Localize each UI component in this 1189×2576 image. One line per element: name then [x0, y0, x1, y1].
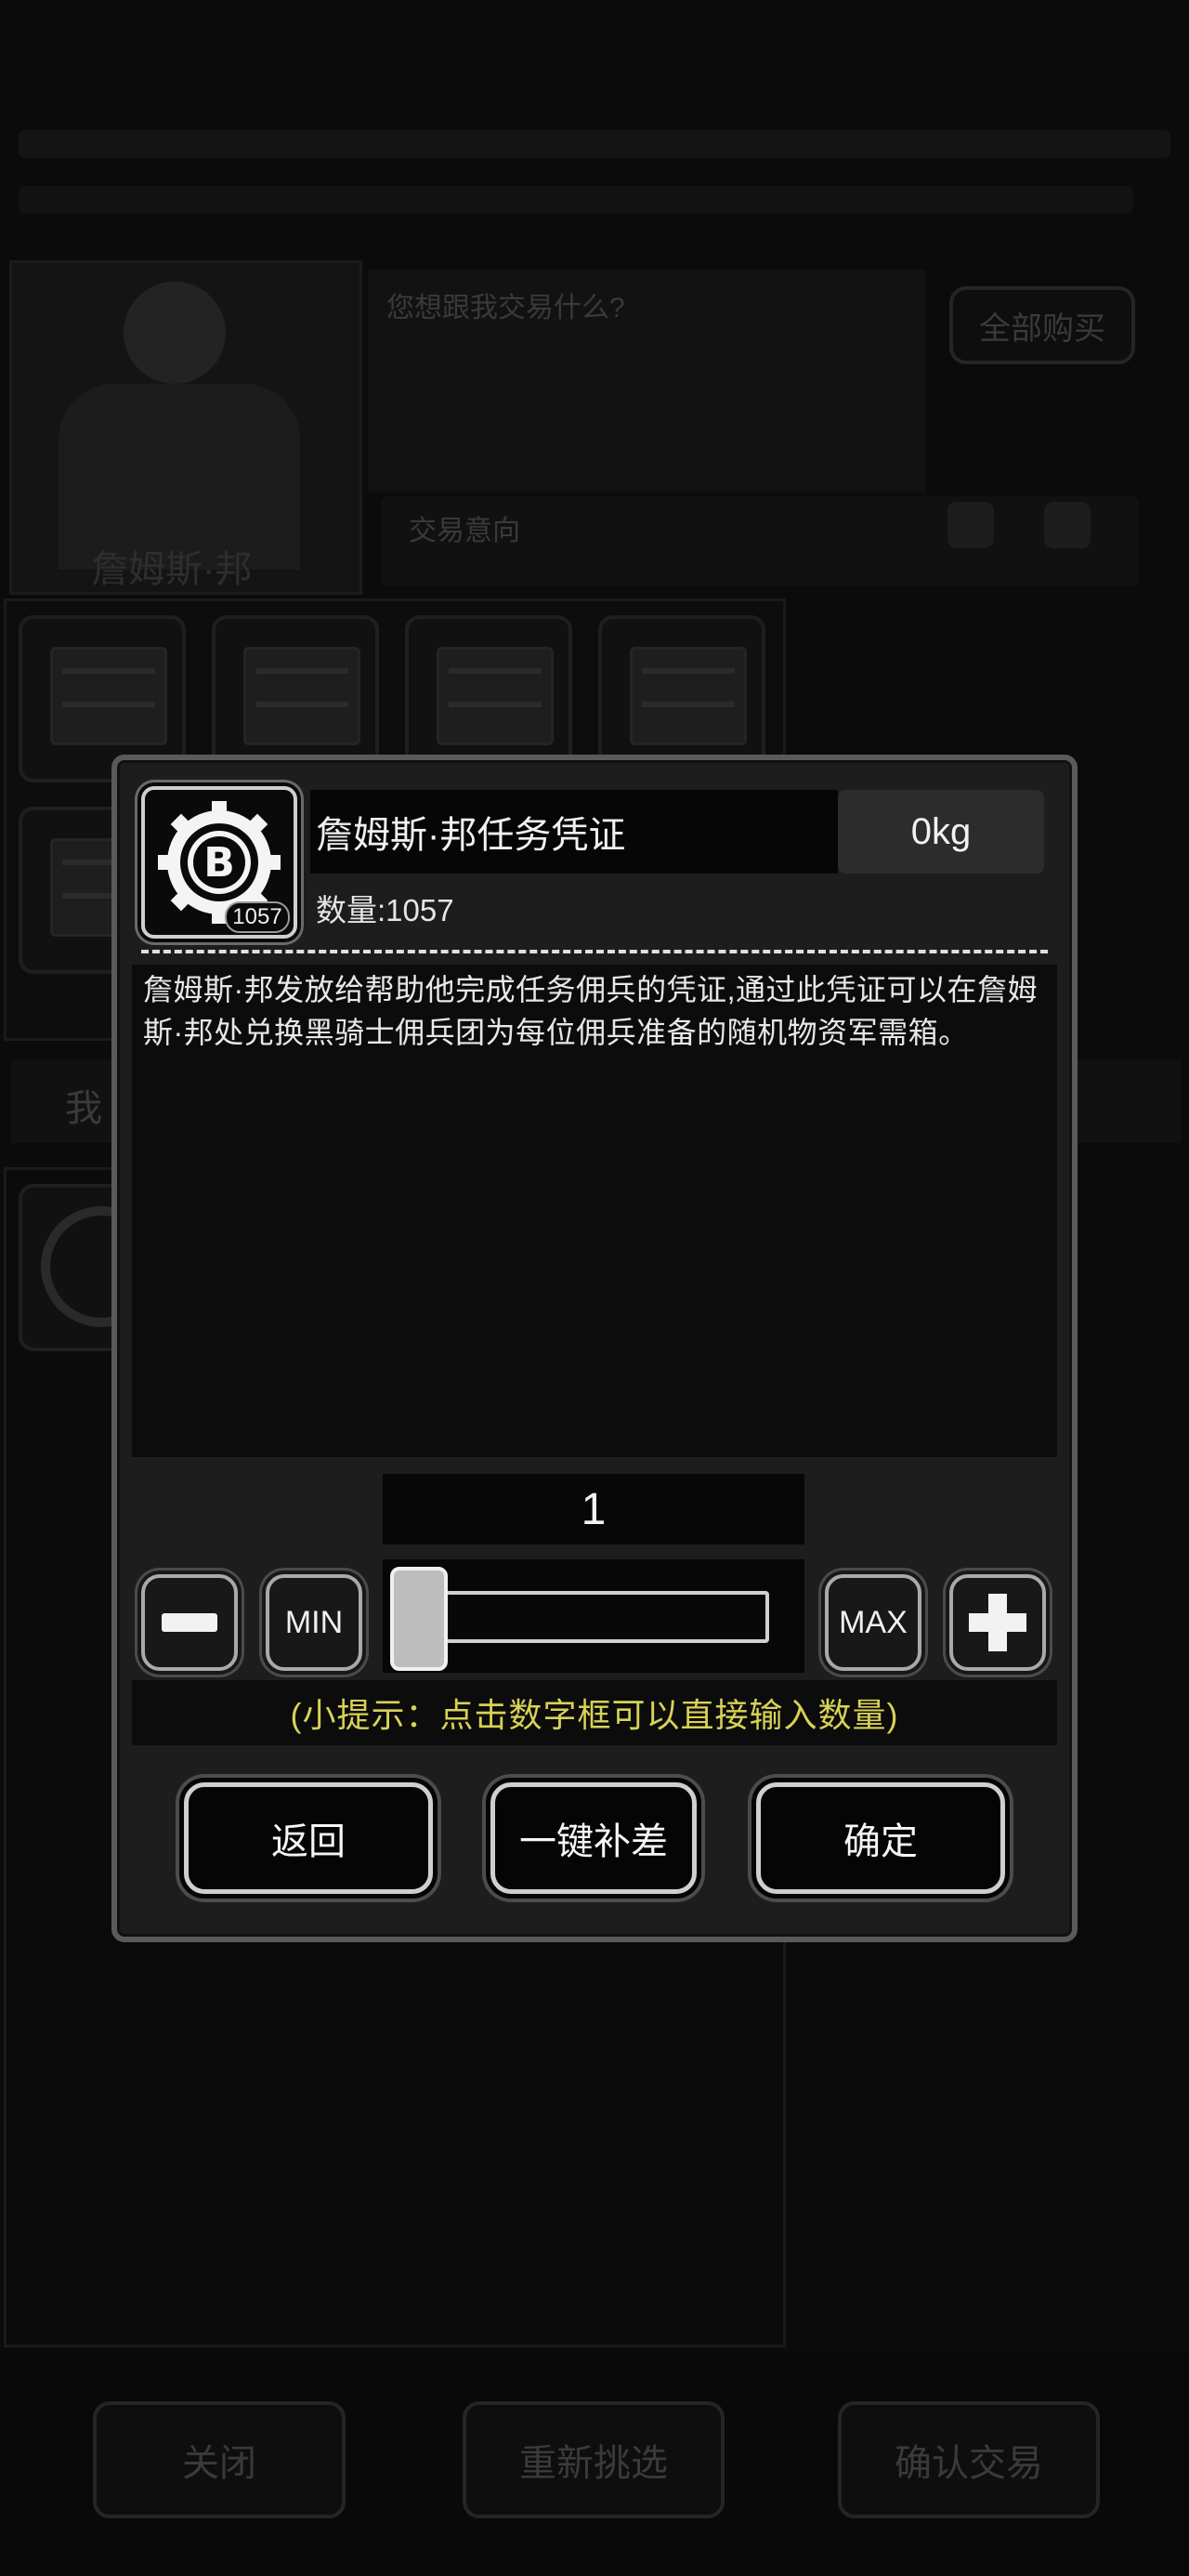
confirm-button[interactable]: 确定 — [756, 1782, 1005, 1894]
svg-text:B: B — [203, 839, 235, 887]
header-blurred-text — [19, 130, 1170, 158]
fill-gap-button[interactable]: 一键补差 — [490, 1782, 697, 1894]
trader-head — [124, 282, 226, 384]
divider — [141, 950, 1048, 953]
my-inventory-tab[interactable]: 我 — [65, 1078, 102, 1132]
min-button[interactable]: MIN — [266, 1574, 362, 1671]
item-name: 詹姆斯·邦任务凭证 — [310, 790, 838, 874]
neutral-face-icon[interactable] — [947, 502, 994, 548]
happy-face-icon[interactable] — [1044, 502, 1091, 548]
supply-crate-icon — [50, 647, 167, 745]
supply-crate-icon — [630, 647, 747, 745]
confirm-trade-button[interactable]: 确认交易 — [838, 2401, 1100, 2518]
trade-intent-label: 交易意向 — [409, 516, 520, 546]
item-weight: 0kg — [838, 790, 1044, 874]
plus-icon — [969, 1594, 1026, 1651]
header-blurred-text-2 — [19, 186, 1133, 214]
close-button[interactable]: 关闭 — [93, 2401, 346, 2518]
item-description: 詹姆斯·邦发放给帮助他完成任务佣兵的凭证,通过此凭证可以在詹姆斯·邦处兑换黑骑士… — [143, 973, 1039, 1049]
minus-icon — [162, 1613, 217, 1632]
item-count-badge: 1057 — [225, 901, 290, 933]
quantity-slider-handle[interactable] — [390, 1567, 448, 1671]
item-quantity-owned: 数量:1057 — [316, 893, 454, 927]
trader-dialog-text: 您想跟我交易什么? — [386, 293, 625, 323]
max-button[interactable]: MAX — [825, 1574, 921, 1671]
quantity-input[interactable]: 1 — [383, 1474, 804, 1544]
reselect-button[interactable]: 重新挑选 — [463, 2401, 725, 2518]
back-button[interactable]: 返回 — [184, 1782, 433, 1894]
supply-crate-icon — [437, 647, 554, 745]
increase-button[interactable] — [949, 1574, 1046, 1671]
trader-name: 詹姆斯·邦 — [91, 549, 253, 590]
supply-crate-icon — [243, 647, 360, 745]
decrease-button[interactable] — [141, 1574, 238, 1671]
buy-all-button[interactable]: 全部购买 — [949, 286, 1135, 364]
input-tip: (小提示：点击数字框可以直接输入数量) — [290, 1696, 899, 1734]
